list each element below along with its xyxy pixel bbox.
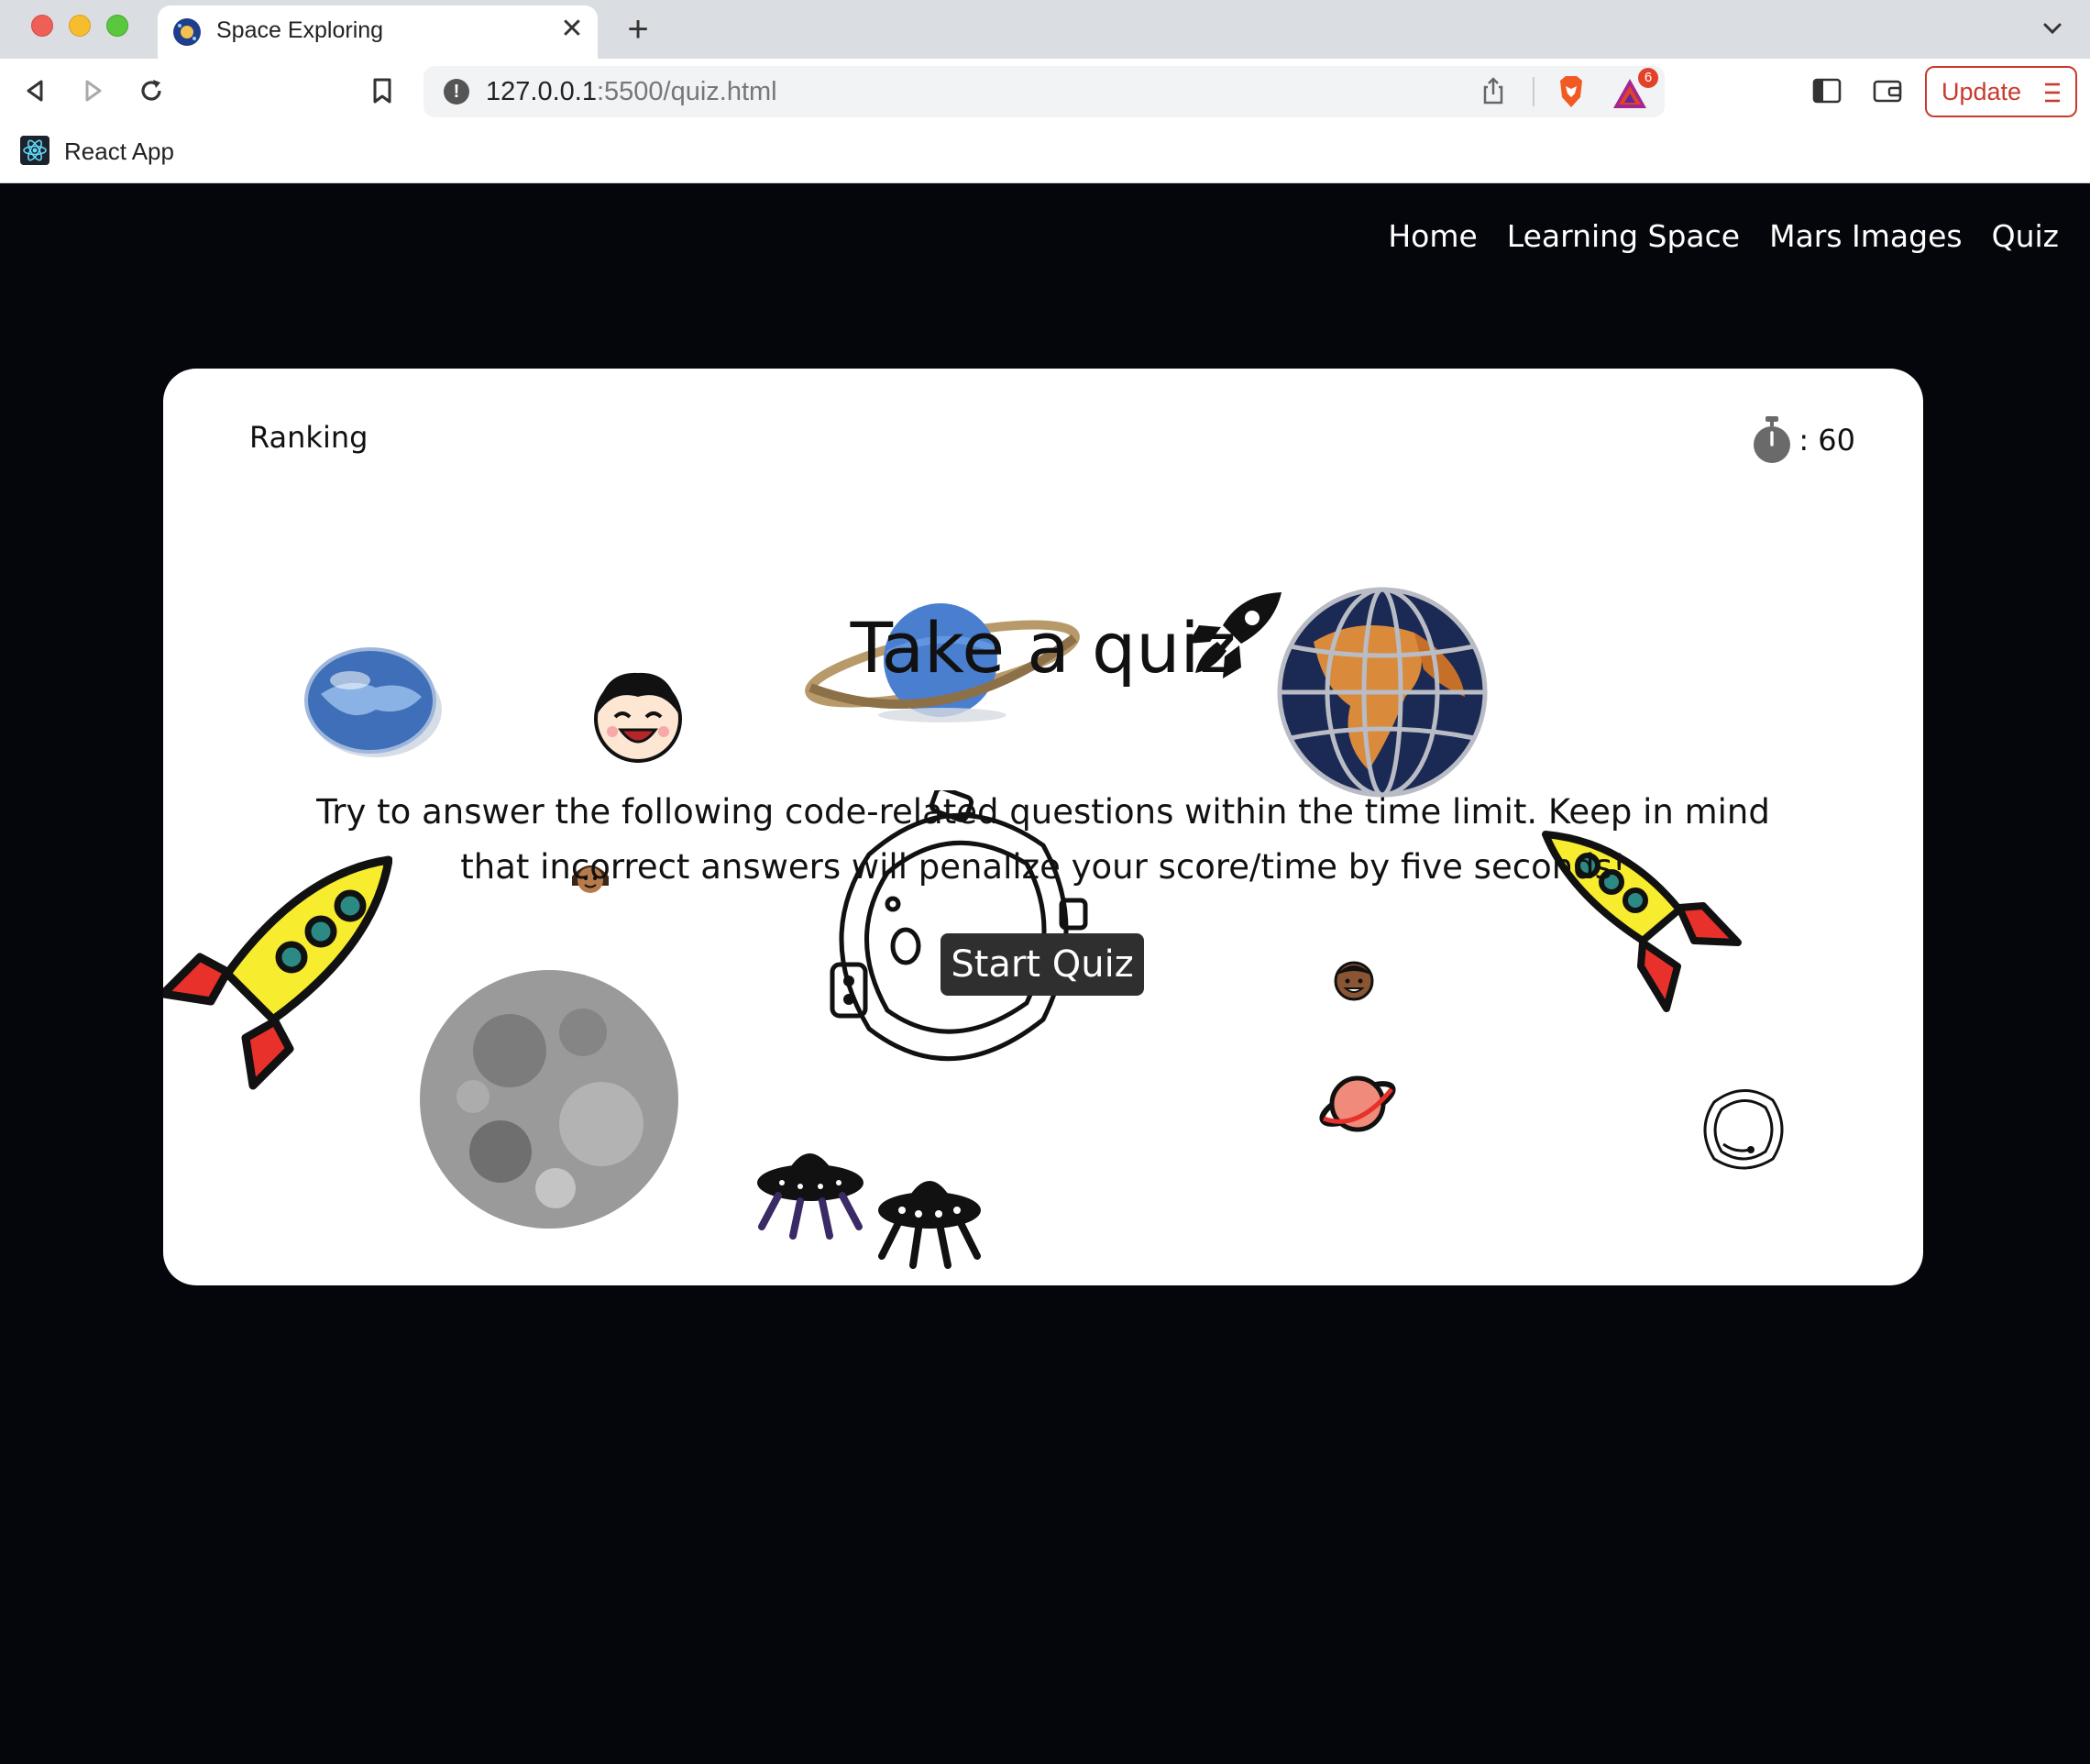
share-icon[interactable] — [1478, 75, 1509, 106]
ufo-icon — [878, 1181, 981, 1269]
bookmark-icon — [373, 78, 391, 104]
face-icon — [1334, 961, 1374, 1001]
main-nav: Home Learning Space Mars Images Quiz — [1388, 218, 2059, 254]
nav-learning-space[interactable]: Learning Space — [1507, 218, 1740, 254]
site-info-icon[interactable]: ! — [444, 79, 469, 105]
brave-shields-icon[interactable] — [1553, 73, 1590, 110]
update-label: Update — [1942, 78, 2022, 105]
address-bar[interactable]: ! 127.0.0.1:5500/quiz.html 6 — [424, 66, 1665, 117]
new-tab-button[interactable]: + — [620, 11, 656, 48]
maximize-window-button[interactable] — [106, 15, 128, 37]
rewards-count-badge: 6 — [1638, 68, 1658, 88]
timer-value: : 60 — [1798, 423, 1855, 458]
nav-mars-images[interactable]: Mars Images — [1769, 218, 1963, 254]
back-button[interactable] — [16, 72, 55, 110]
url-path: :5500/quiz.html — [596, 77, 777, 106]
url-text[interactable]: 127.0.0.1:5500/quiz.html — [486, 77, 777, 107]
wallet-button[interactable] — [1868, 72, 1907, 110]
close-tab-icon[interactable]: ✕ — [556, 13, 588, 46]
close-window-button[interactable] — [31, 15, 53, 37]
tab-title: Space Exploring — [216, 17, 384, 43]
page-title: Take a quiz — [850, 607, 1237, 689]
update-button[interactable]: Update — [1925, 66, 2077, 117]
react-logo-icon[interactable] — [20, 136, 50, 165]
address-bar-divider — [1533, 77, 1534, 106]
quiz-description: Try to answer the following code-related… — [316, 792, 1770, 887]
menu-icon — [2045, 83, 2060, 103]
browser-tab-active[interactable]: Space Exploring ✕ — [158, 6, 598, 59]
browser-toolbar: ! 127.0.0.1:5500/quiz.html 6 Update — [0, 59, 2090, 123]
forward-arrow-icon — [85, 80, 102, 102]
sidebar-toggle-button[interactable] — [1808, 72, 1846, 110]
sidebar-icon — [1812, 78, 1842, 104]
quiz-timer: : 60 — [1751, 414, 1855, 466]
bookmark-react-app[interactable]: React App — [64, 138, 174, 166]
ranking-link[interactable]: Ranking — [249, 420, 368, 455]
wallet-icon — [1873, 80, 1902, 103]
reload-icon — [141, 80, 161, 101]
astronaut-helmet-icon — [1703, 1089, 1784, 1170]
planet-icon — [1319, 1075, 1396, 1132]
nav-home[interactable]: Home — [1388, 218, 1477, 254]
forward-button[interactable] — [73, 72, 112, 110]
start-quiz-button[interactable]: Start Quiz — [940, 933, 1144, 996]
quiz-card: Ranking : 60 Take a quiz Try to answer t… — [163, 369, 1923, 1285]
ufo-icon — [757, 1153, 864, 1240]
minimize-window-button[interactable] — [69, 15, 91, 37]
bookmarks-bar — [0, 123, 2090, 183]
back-arrow-icon — [27, 80, 43, 102]
bookmark-button[interactable] — [363, 72, 402, 110]
nav-quiz[interactable]: Quiz — [1992, 218, 2059, 254]
moon-icon — [420, 970, 678, 1229]
browser-tab-bar: Space Exploring ✕ + — [0, 0, 2090, 59]
stopwatch-icon — [1754, 416, 1791, 463]
planet-favicon-icon — [173, 18, 201, 46]
reload-button[interactable] — [132, 72, 170, 110]
url-host: 127.0.0.1 — [486, 77, 597, 106]
chevron-down-icon[interactable] — [2039, 15, 2066, 42]
